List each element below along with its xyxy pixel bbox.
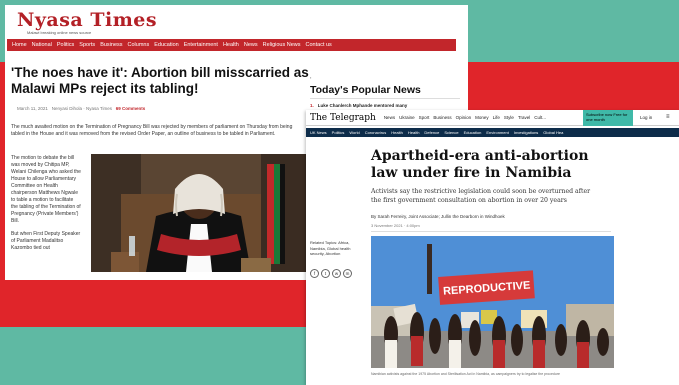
- divider: [310, 98, 460, 99]
- popular-news-title: Today's Popular News: [310, 84, 421, 96]
- nyasa-article-body: The motion to debate the bill was moved …: [11, 155, 81, 258]
- nav-item-sports[interactable]: Sports: [79, 42, 95, 48]
- protest-photo: REPRODUCTIVE: [371, 236, 614, 368]
- telegraph-main-nav: News Ukraine Sport Business Opinion Mone…: [384, 115, 546, 120]
- nav-item-entertainment[interactable]: Entertainment: [184, 42, 218, 48]
- subnav-item[interactable]: Health: [391, 130, 403, 135]
- subnav-item[interactable]: Investigations: [514, 130, 538, 135]
- nav-item-sport[interactable]: Sport: [419, 115, 430, 120]
- facebook-icon[interactable]: f: [310, 269, 319, 278]
- nav-item-contact-us[interactable]: Contact us: [306, 42, 332, 48]
- nyasa-times-logo[interactable]: Nyasa Times: [17, 9, 157, 31]
- telegraph-article-card: The Telegraph News Ukraine Sport Busines…: [306, 110, 679, 385]
- related-topics[interactable]: Related Topics: Africa, Namibia, Global …: [310, 240, 358, 257]
- article-author: Nenyasi Dihola · Nyasa Times: [51, 106, 112, 111]
- nav-item-life[interactable]: Life: [493, 115, 500, 120]
- divider: [371, 231, 611, 232]
- subscribe-button[interactable]: Subscribe now Free for one month: [583, 110, 633, 126]
- nav-item-opinion[interactable]: Opinion: [456, 115, 472, 120]
- subnav-item[interactable]: Education: [464, 130, 482, 135]
- nyasa-article-headline: 'The noes have it': Abortion bill missca…: [11, 65, 309, 96]
- nyasa-times-tagline: Malawi breaking online news source: [27, 30, 92, 35]
- nav-item-politics[interactable]: Politics: [57, 42, 74, 48]
- subnav-item[interactable]: Politics: [332, 130, 345, 135]
- subnav-item[interactable]: Coronavirus: [365, 130, 387, 135]
- nav-item-news[interactable]: News: [384, 115, 395, 120]
- article-date: March 11, 2021: [17, 106, 48, 111]
- nav-item-health[interactable]: Health: [223, 42, 239, 48]
- nav-item-education[interactable]: Education: [154, 42, 178, 48]
- nav-item-culture[interactable]: Cult...: [534, 115, 546, 120]
- telegraph-logo[interactable]: The Telegraph: [310, 113, 376, 123]
- nyasa-article-intro: The much awaited motion on the Terminati…: [11, 124, 293, 137]
- speaker-photo: [91, 154, 309, 272]
- email-icon[interactable]: m: [343, 269, 352, 278]
- login-link[interactable]: Log in: [640, 115, 652, 120]
- body-paragraph: But when First Deputy Speaker of Parliam…: [11, 231, 81, 251]
- nav-item-home[interactable]: Home: [12, 42, 27, 48]
- subnav-item[interactable]: World: [349, 130, 359, 135]
- telegraph-date: 3 November 2021 · 4:00pm: [371, 223, 420, 228]
- nav-item-style[interactable]: Style: [504, 115, 514, 120]
- article-comments-link[interactable]: 69 Comments: [116, 106, 146, 111]
- nav-item-ukraine[interactable]: Ukraine: [399, 115, 415, 120]
- whatsapp-icon[interactable]: w: [332, 269, 341, 278]
- nav-item-news[interactable]: News: [244, 42, 258, 48]
- telegraph-sub-nav: UK News Politics World Coronavirus Healt…: [306, 128, 679, 137]
- nyasa-article-meta: March 11, 2021 Nenyasi Dihola · Nyasa Ti…: [17, 106, 145, 111]
- nav-item-travel[interactable]: Travel: [518, 115, 530, 120]
- popular-news-item[interactable]: 1. Luke Chanlerch Mphande mentored many: [310, 103, 407, 108]
- subnav-item[interactable]: Science: [444, 130, 458, 135]
- body-paragraph: The motion to debate the bill was moved …: [11, 155, 81, 224]
- photo-caption: Namibian activists against the 1975 Abor…: [371, 372, 560, 376]
- nav-item-national[interactable]: National: [32, 42, 52, 48]
- twitter-icon[interactable]: t: [321, 269, 330, 278]
- nav-item-business[interactable]: Business: [433, 115, 451, 120]
- subnav-item[interactable]: Global Hea: [543, 130, 563, 135]
- subnav-item[interactable]: Health: [408, 130, 420, 135]
- telegraph-byline[interactable]: By Sarah Ferreiry, Joint Associate; Jull…: [371, 214, 505, 219]
- share-icons: f t w m: [310, 269, 352, 278]
- subnav-item[interactable]: Environment: [486, 130, 508, 135]
- nav-item-columns[interactable]: Columns: [128, 42, 150, 48]
- subnav-item[interactable]: Defence: [424, 130, 439, 135]
- telegraph-article-headline: Apartheid-era anti-abortion law under fi…: [371, 148, 589, 181]
- nav-item-money[interactable]: Money: [475, 115, 489, 120]
- nav-item-religious-news[interactable]: Religious News: [263, 42, 301, 48]
- menu-icon[interactable]: ≡: [666, 114, 670, 120]
- nav-item-business[interactable]: Business: [100, 42, 122, 48]
- sidebar-marker: ▪: [310, 75, 312, 80]
- nyasa-main-nav: Home National Politics Sports Business C…: [7, 39, 456, 51]
- telegraph-standfirst: Activists say the restrictive legislatio…: [371, 188, 591, 204]
- subnav-item[interactable]: UK News: [310, 130, 327, 135]
